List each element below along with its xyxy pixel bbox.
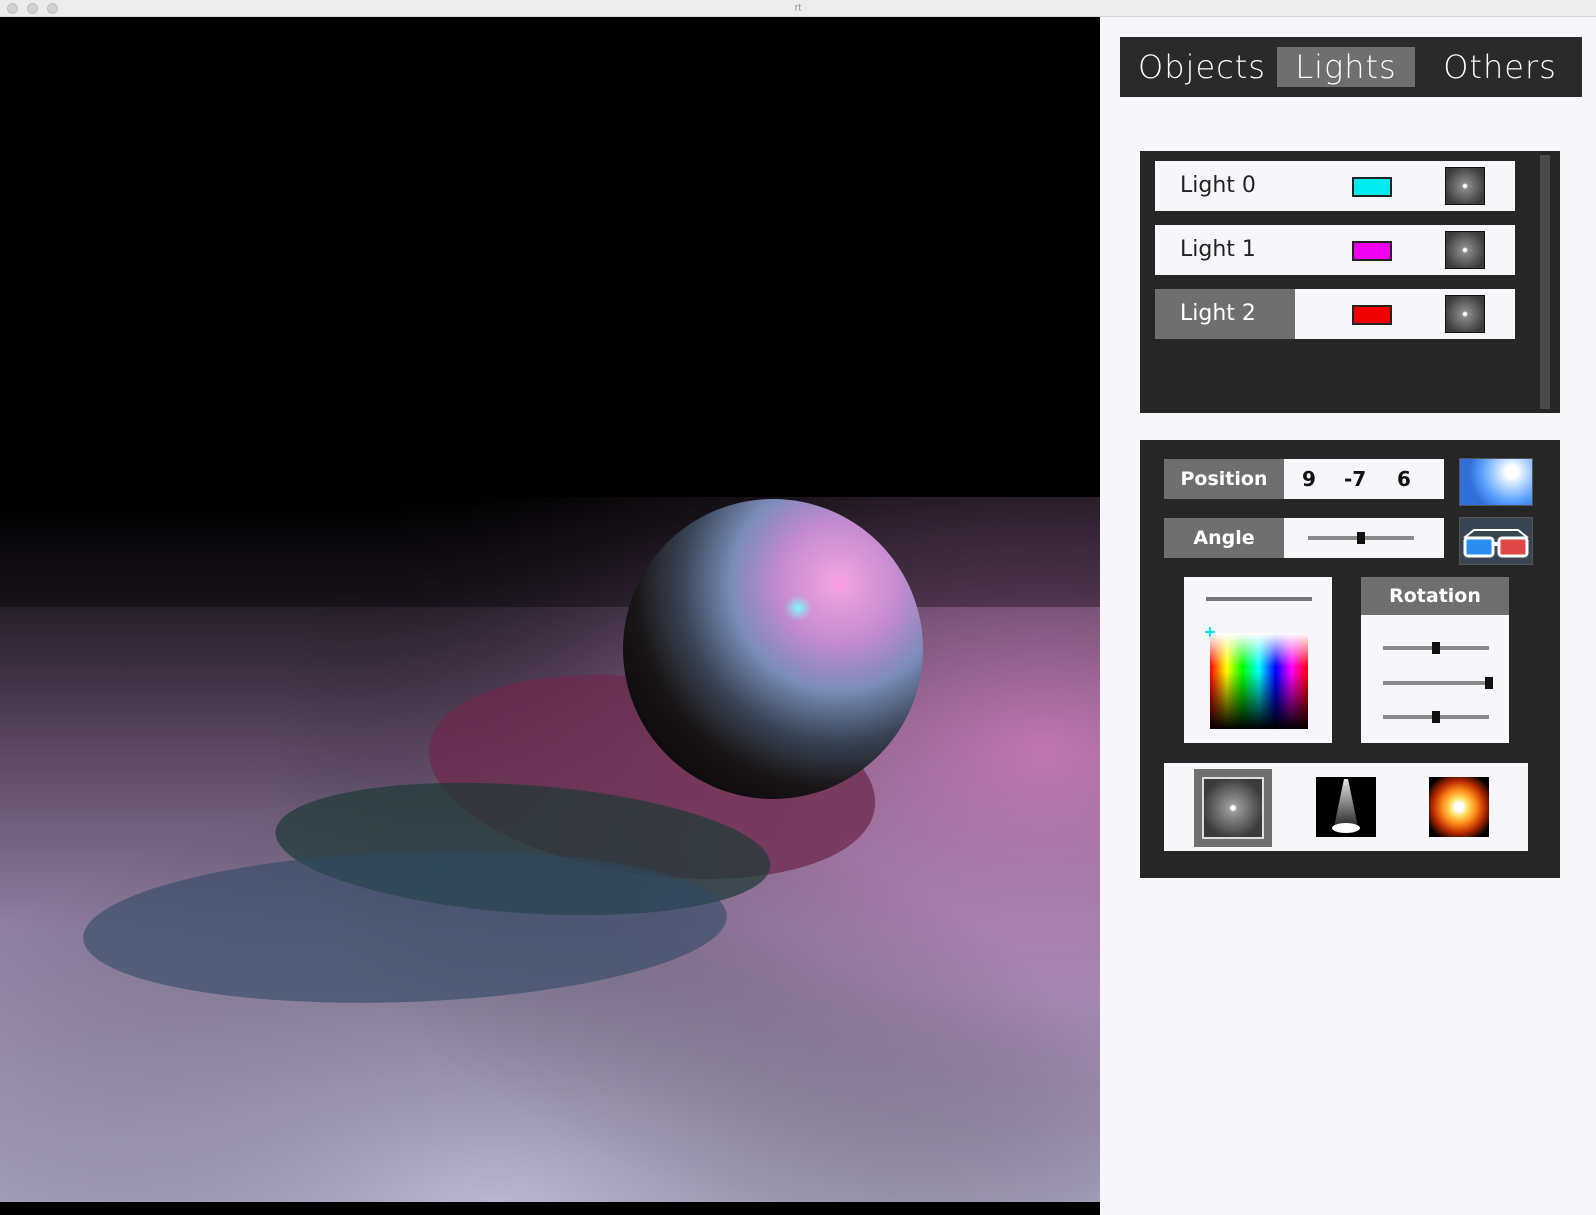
position-y-value[interactable]: -7	[1344, 459, 1366, 499]
rotation-x-handle[interactable]	[1432, 642, 1440, 654]
angle-field	[1284, 518, 1444, 558]
rotation-y-handle[interactable]	[1485, 677, 1493, 689]
position-label: Position	[1164, 459, 1284, 499]
tab-bar: Objects Lights Others	[1120, 37, 1582, 97]
position-field[interactable]: 9 -7 6	[1284, 459, 1444, 499]
color-picker	[1184, 577, 1332, 743]
angle-slider-handle[interactable]	[1357, 532, 1365, 544]
light-name: Light 0	[1180, 173, 1256, 198]
sun-icon[interactable]	[1459, 458, 1533, 506]
point-light-icon[interactable]	[1445, 295, 1485, 333]
sun-burst-icon[interactable]	[1429, 777, 1489, 837]
color-spectrum[interactable]	[1204, 627, 1308, 729]
light-color-swatch[interactable]	[1352, 177, 1392, 197]
light-row-0[interactable]: Light 0	[1155, 161, 1515, 211]
spot-light-icon[interactable]	[1316, 777, 1376, 837]
light-type-selector	[1164, 763, 1528, 851]
tab-lights[interactable]: Lights	[1277, 47, 1415, 87]
position-z-value[interactable]: 6	[1397, 459, 1411, 499]
window-titlebar: rt	[0, 0, 1596, 17]
light-row-1[interactable]: Light 1	[1155, 225, 1515, 275]
point-light-icon[interactable]	[1445, 231, 1485, 269]
lights-list: Light 0 Light 1 Light 2	[1140, 151, 1560, 413]
light-name: Light 1	[1180, 237, 1256, 262]
point-light-icon[interactable]	[1194, 769, 1272, 847]
brightness-slider[interactable]	[1206, 597, 1312, 601]
light-color-swatch[interactable]	[1352, 241, 1392, 261]
rotation-z-handle[interactable]	[1432, 711, 1440, 723]
tab-others[interactable]: Others	[1430, 47, 1570, 87]
rendered-scene	[0, 17, 1100, 1215]
position-x-value[interactable]: 9	[1302, 459, 1316, 499]
light-properties: Position 9 -7 6 Angle Rotation	[1140, 440, 1560, 878]
light-color-swatch[interactable]	[1352, 305, 1392, 325]
render-viewport[interactable]	[0, 17, 1100, 1215]
lights-list-scrollbar[interactable]	[1540, 155, 1550, 409]
rotation-label: Rotation	[1361, 577, 1509, 615]
light-name: Light 2	[1155, 289, 1295, 339]
window-title: rt	[794, 2, 802, 14]
side-panel: Objects Lights Others Light 0 Light 1 Li…	[1100, 17, 1596, 1215]
angle-label: Angle	[1164, 518, 1284, 558]
tab-objects[interactable]: Objects	[1132, 47, 1272, 87]
rotation-y-slider[interactable]	[1383, 681, 1489, 685]
point-light-icon[interactable]	[1445, 167, 1485, 205]
rotation-box: Rotation	[1361, 577, 1509, 743]
light-row-2[interactable]: Light 2	[1155, 289, 1515, 339]
3d-glasses-icon[interactable]	[1459, 517, 1533, 565]
